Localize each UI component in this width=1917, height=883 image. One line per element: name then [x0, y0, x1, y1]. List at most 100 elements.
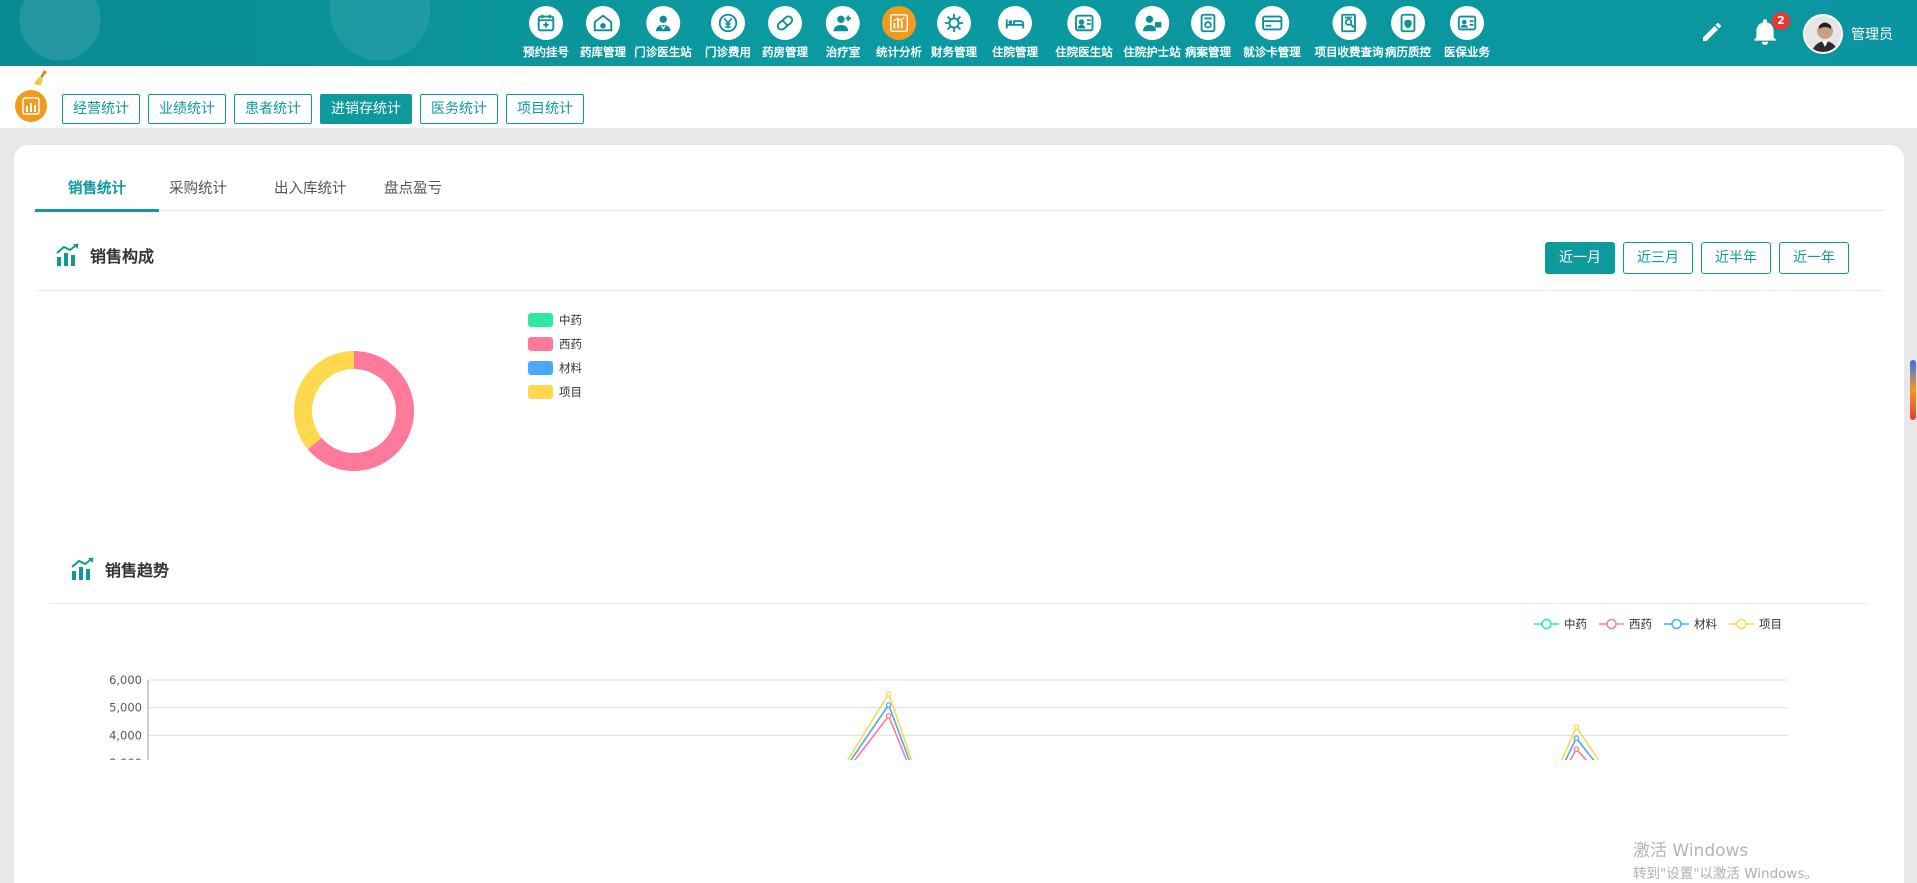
main-content-card: 销售统计 采购统计 出入库统计 盘点盈亏 销售构成 近一月 近三月 近半年 近一年 中药 西药…: [14, 145, 1904, 883]
legend-swatch: [528, 361, 553, 375]
subnav-tab[interactable]: 患者统计: [234, 94, 312, 124]
quality-shield-icon: [1391, 6, 1425, 40]
pie-legend: 中药西药材料项目: [528, 308, 582, 404]
nav-item-nurse[interactable]: 治疗室: [825, 6, 861, 64]
hospital-bed-icon: [998, 6, 1032, 40]
sales-trend-line-chart: 01,0002,0003,0004,0005,0006,0002023-03-1…: [109, 673, 1788, 760]
nav-item-doctor[interactable]: 门诊医生站: [634, 6, 692, 64]
nav-item-finance-gear[interactable]: 财务管理: [931, 6, 977, 64]
bar-chart-icon: [882, 6, 916, 40]
y-tick-label: 5,000: [109, 701, 142, 715]
nav-label: 就诊卡管理: [1243, 45, 1301, 59]
range-button[interactable]: 近半年: [1701, 242, 1771, 274]
range-selector: 近一月 近三月 近半年 近一年: [1545, 242, 1849, 274]
legend-swatch: [528, 337, 553, 351]
warehouse-icon: [586, 6, 620, 40]
nav-item-card[interactable]: 就诊卡管理: [1243, 6, 1301, 64]
series-line: [850, 703, 1595, 760]
nav-label: 财务管理: [931, 45, 977, 59]
data-point[interactable]: [1573, 724, 1580, 730]
tab-item[interactable]: 盘点盈亏: [384, 177, 442, 211]
yen-icon: [711, 6, 745, 40]
top-navigation-bar: 预约挂号 药库管理 门诊医生站 门诊费用 药房管理 治疗室 统计分析 财务管理 住院管理 住院医生…: [0, 0, 1917, 66]
y-tick-label: 4,000: [109, 728, 142, 742]
user-avatar[interactable]: [1803, 14, 1843, 54]
y-tick-label: 6,000: [109, 673, 142, 687]
fee-search-icon: [1332, 6, 1366, 40]
nav-item-pill[interactable]: 药房管理: [762, 6, 808, 64]
appointment-icon: [529, 6, 563, 40]
tab-item[interactable]: 出入库统计: [274, 177, 347, 211]
pie-legend-item[interactable]: 中药: [528, 308, 582, 332]
range-button[interactable]: 近一年: [1779, 242, 1849, 274]
medical-record-icon: [1191, 6, 1225, 40]
nav-item-insurance[interactable]: 医保业务: [1444, 6, 1490, 64]
nav-label: 病历质控: [1385, 45, 1431, 59]
legend-label: 西药: [559, 337, 582, 351]
edit-pencil-icon[interactable]: [1700, 20, 1724, 44]
pie-legend-item[interactable]: 西药: [528, 332, 582, 356]
nav-label: 项目收费查询: [1314, 45, 1384, 59]
data-point[interactable]: [1573, 746, 1580, 752]
legend-swatch: [528, 385, 553, 399]
pie-legend-item[interactable]: 材料: [528, 356, 582, 380]
nav-item-bar-chart[interactable]: 统计分析: [876, 6, 922, 64]
series-line: [846, 691, 1600, 760]
windows-activation-hint: 转到"设置"以激活 Windows。: [1633, 866, 1818, 882]
nav-label: 治疗室: [825, 45, 861, 59]
nav-item-appointment[interactable]: 预约挂号: [523, 6, 569, 64]
nav-label: 门诊医生站: [634, 45, 692, 59]
subnav-tab[interactable]: 医务统计: [420, 94, 498, 124]
nav-label: 住院护士站: [1123, 45, 1181, 59]
header-decoration: [0, 0, 520, 66]
nav-item-inpatient-doctor[interactable]: 住院医生站: [1055, 6, 1113, 64]
nav-label: 药库管理: [580, 45, 626, 59]
clear-broom-icon[interactable]: [33, 69, 49, 87]
range-button[interactable]: 近一月: [1545, 242, 1615, 274]
subnav-tab[interactable]: 项目统计: [506, 94, 584, 124]
subnav-tab[interactable]: 进销存统计: [320, 94, 412, 124]
stat-tabs: 销售统计 采购统计 出入库统计 盘点盈亏: [35, 145, 1885, 212]
insurance-icon: [1450, 6, 1484, 40]
data-point[interactable]: [1573, 735, 1580, 741]
data-point[interactable]: [885, 713, 892, 719]
nav-label: 住院管理: [992, 45, 1038, 59]
user-name[interactable]: 管理员: [1851, 24, 1893, 44]
pie-legend-item[interactable]: 项目: [528, 380, 582, 404]
notification-badge: 2: [1772, 12, 1790, 30]
legend-label: 中药: [559, 313, 582, 327]
nurse-station-icon: [1135, 6, 1169, 40]
nav-label: 药房管理: [762, 45, 808, 59]
subnav-tab[interactable]: 经营统计: [62, 94, 140, 124]
subnav-tab[interactable]: 业绩统计: [148, 94, 226, 124]
pie-slice[interactable]: [294, 351, 354, 450]
sales-composition-donut-chart: [294, 351, 414, 471]
nav-item-yen[interactable]: 门诊费用: [705, 6, 751, 64]
tab-item[interactable]: 采购统计: [169, 177, 227, 211]
nav-label: 病案管理: [1185, 45, 1231, 59]
card-icon: [1255, 6, 1289, 40]
data-point[interactable]: [885, 691, 892, 697]
inpatient-doctor-icon: [1067, 6, 1101, 40]
module-subnav: 经营统计 业绩统计 患者统计 进销存统计 医务统计 项目统计: [0, 66, 1917, 128]
nav-label: 住院医生站: [1055, 45, 1113, 59]
tab-item[interactable]: 销售统计: [35, 177, 159, 212]
data-point[interactable]: [885, 702, 892, 708]
range-button[interactable]: 近三月: [1623, 242, 1693, 274]
avatar-image: [1805, 16, 1841, 52]
nav-item-fee-search[interactable]: 项目收费查询: [1315, 6, 1384, 64]
nav-item-warehouse[interactable]: 药库管理: [580, 6, 626, 64]
nav-item-nurse-station[interactable]: 住院护士站: [1123, 6, 1181, 64]
finance-gear-icon: [937, 6, 971, 40]
nav-item-hospital-bed[interactable]: 住院管理: [992, 6, 1038, 64]
legend-label: 项目: [559, 385, 582, 399]
nav-item-medical-record[interactable]: 病案管理: [1185, 6, 1231, 64]
nurse-icon: [826, 6, 860, 40]
series-line: [853, 714, 1588, 760]
divider: [35, 290, 1885, 291]
nav-label: 医保业务: [1444, 45, 1490, 59]
nav-item-quality-shield[interactable]: 病历质控: [1385, 6, 1431, 64]
scrollbar-thumb[interactable]: [1910, 360, 1916, 420]
legend-swatch: [528, 313, 553, 327]
nav-label: 预约挂号: [523, 45, 569, 59]
